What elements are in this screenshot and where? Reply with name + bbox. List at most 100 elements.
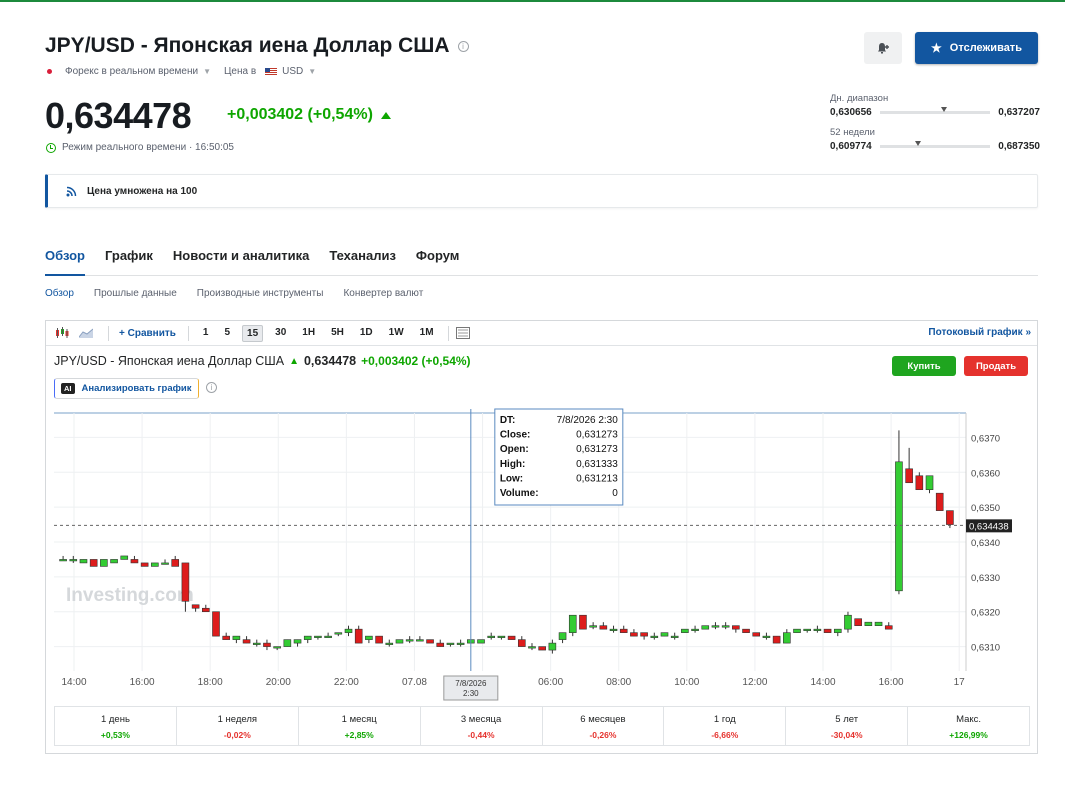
interval-1[interactable]: 1 [199, 325, 213, 342]
tooltip-label: Open: [500, 444, 529, 455]
interval-1w[interactable]: 1W [385, 325, 408, 342]
day-high: 0,637207 [998, 107, 1040, 118]
interval-30[interactable]: 30 [271, 325, 290, 342]
candle-body [568, 614, 577, 633]
candle-body [385, 642, 394, 645]
candle-body [79, 559, 88, 564]
period-cell[interactable]: Макс. +126,99% [908, 707, 1029, 745]
candle-body [365, 635, 373, 640]
realtime-text: Режим реального времени · 16:50:05 [62, 142, 234, 153]
candle-body [436, 642, 445, 647]
period-value: -0,26% [589, 730, 617, 740]
candle-body [416, 639, 424, 642]
candle-body [905, 468, 913, 484]
period-cell[interactable]: 1 месяц +2,85% [299, 707, 421, 745]
x-tick-label: 08:00 [606, 677, 631, 688]
follow-button[interactable]: ★ Отслеживать [915, 32, 1038, 64]
x-tick-label: 07.08 [402, 677, 427, 688]
plus-icon: + [119, 327, 128, 339]
price-chart[interactable]: 14:0016:0018:0020:0022:0007.0804:0006:00… [46, 403, 1037, 703]
candle-body [375, 635, 383, 644]
candle-body [528, 646, 536, 649]
interval-15[interactable]: 15 [242, 324, 264, 342]
day-range-label: Дн. диапазон [830, 93, 889, 104]
period-cell[interactable]: 1 день +0,53% [55, 707, 177, 745]
candlestick-icon[interactable] [54, 326, 70, 340]
y-tick-label: 0,6370 [971, 433, 1000, 444]
performance-periods: 1 день +0,53% 1 неделя -0,02% 1 месяц +2,85% 3… [54, 706, 1030, 746]
currency-selector[interactable]: USD [282, 66, 303, 77]
candle-body [558, 632, 567, 640]
candle-body [721, 625, 730, 628]
chart-price: 0,634478 [303, 354, 357, 368]
period-cell[interactable]: 5 лет -30,04% [786, 707, 909, 745]
y-tick-label: 0,6310 [971, 643, 1000, 654]
interval-5h[interactable]: 5H [327, 325, 348, 342]
day-range-bar [879, 107, 991, 114]
subtab-converter[interactable]: Конвертер валют [343, 288, 423, 299]
interval-1h[interactable]: 1H [298, 325, 319, 342]
candle-body [762, 635, 771, 638]
sell-button[interactable]: Продать [964, 356, 1028, 376]
tab-chart[interactable]: График [105, 248, 153, 276]
candle-body [161, 562, 169, 565]
candle-body [742, 628, 750, 633]
chevron-down-icon[interactable]: ▼ [203, 67, 211, 76]
chart-title: JPY/USD - Японская иена Доллар США ▲ 0,6… [54, 354, 471, 368]
period-cell[interactable]: 6 месяцев -0,26% [543, 707, 665, 745]
y-tick-label: 0,6350 [971, 503, 1000, 514]
compare-button[interactable]: + Сравнить [115, 326, 180, 341]
interval-5[interactable]: 5 [220, 325, 234, 342]
info-icon[interactable]: i [206, 382, 217, 393]
candle-body [212, 611, 220, 637]
subtab-historical[interactable]: Прошлые данные [94, 288, 177, 299]
period-label: Макс. [956, 714, 982, 725]
add-alert-button[interactable] [864, 32, 902, 64]
candle-body [222, 635, 230, 640]
investing-watermark: Investing.com [66, 585, 194, 606]
period-label: 1 день [100, 714, 130, 725]
candle-body [854, 618, 862, 626]
subtab-overview[interactable]: Обзор [45, 288, 74, 299]
tab-news[interactable]: Новости и аналитика [173, 248, 309, 276]
day-low: 0,630656 [830, 107, 872, 118]
candle-body [354, 628, 363, 644]
tooltip-label: Close: [500, 430, 531, 441]
chart-widget: + Сравнить 1 5 15 30 1H 5H 1D 1W 1M Потоковый гр… [45, 320, 1038, 754]
candle-body [783, 632, 791, 644]
stream-chart-link[interactable]: Потоковый график » [928, 327, 1031, 338]
x-tick-label: 12:00 [742, 677, 767, 688]
candle-body [772, 635, 781, 644]
candle-body [844, 614, 852, 630]
last-price: 0,634478 [45, 95, 192, 136]
toolbar-divider [108, 325, 109, 341]
interval-1d[interactable]: 1D [356, 325, 377, 342]
market-selector[interactable]: Форекс в реальном времени [65, 66, 198, 77]
period-cell[interactable]: 3 месяца -0,44% [421, 707, 543, 745]
candle-body [711, 625, 720, 628]
candle-body [405, 639, 414, 642]
indicators-icon[interactable] [455, 326, 471, 340]
tab-overview[interactable]: Обзор [45, 248, 85, 276]
price-notice: Цена умножена на 100 [45, 174, 1038, 208]
tab-technical[interactable]: Теханализ [329, 248, 396, 276]
analyze-chart-button[interactable]: AI Анализировать график [54, 378, 199, 399]
candle-body [732, 625, 740, 630]
x-tick-label: 22:00 [334, 677, 359, 688]
chart-toolbar: + Сравнить 1 5 15 30 1H 5H 1D 1W 1M Потоковый гр… [46, 321, 1037, 346]
period-cell[interactable]: 1 неделя -0,02% [177, 707, 299, 745]
info-icon[interactable]: i [457, 40, 469, 52]
period-cell[interactable]: 1 год -6,66% [664, 707, 787, 745]
interval-1m[interactable]: 1M [416, 325, 438, 342]
area-chart-icon[interactable] [78, 326, 94, 340]
page-title: JPY/USD - Японская иена Доллар США i [45, 34, 469, 58]
chevron-down-icon[interactable]: ▼ [308, 67, 316, 76]
candle-body [232, 635, 241, 640]
candle-body [915, 475, 924, 491]
candle-body [202, 607, 210, 613]
subtab-derivatives[interactable]: Производные инструменты [197, 288, 324, 299]
buy-button[interactable]: Купить [892, 356, 956, 376]
candle-body [589, 625, 597, 628]
week52-range-marker [915, 141, 922, 146]
tab-forum[interactable]: Форум [416, 248, 459, 276]
